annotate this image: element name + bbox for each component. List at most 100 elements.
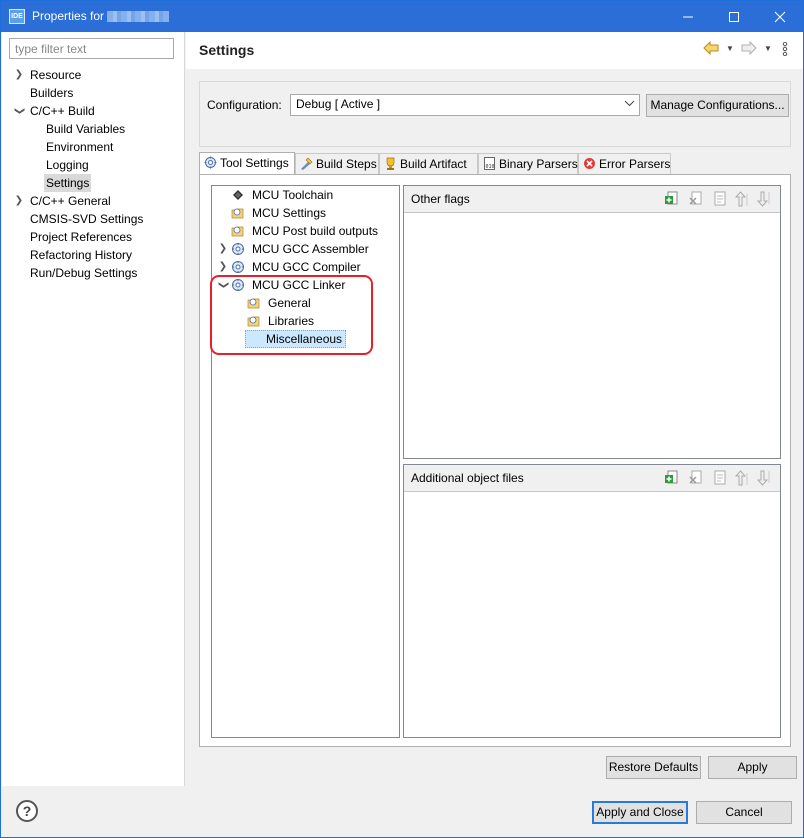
sidebar-item-label: Refactoring History — [30, 248, 133, 262]
chevron-right-icon[interactable]: ❯ — [14, 66, 24, 84]
chevron-right-icon[interactable]: ❯ — [218, 258, 228, 276]
ide-app-icon: IDE — [9, 9, 25, 24]
window-title: Properties for — [32, 9, 105, 23]
close-icon — [774, 11, 786, 23]
tree-item-label: MCU Settings — [252, 206, 327, 220]
sidebar-item-cpp-build[interactable]: ❯ C/C++ Build — [2, 102, 185, 120]
add-icon[interactable] — [664, 190, 680, 208]
sidebar-item-run-debug[interactable]: Run/Debug Settings — [2, 264, 185, 282]
maximize-icon — [729, 12, 739, 23]
highlight-annotation — [210, 275, 373, 355]
tool-settings-icon — [204, 156, 217, 169]
forward-menu-chevron-icon[interactable]: ▼ — [764, 44, 772, 53]
add-icon[interactable] — [664, 469, 680, 487]
tree-item-label: MCU GCC Assembler — [252, 242, 369, 256]
back-arrow-icon[interactable] — [703, 40, 719, 59]
sidebar-item-label: Settings — [44, 174, 92, 192]
sidebar-item-resource[interactable]: ❯ Resource — [2, 66, 185, 84]
delete-icon[interactable] — [688, 190, 704, 208]
sidebar-item-cmsis-svd[interactable]: CMSIS-SVD Settings — [2, 210, 185, 228]
chip-icon — [233, 190, 243, 200]
properties-window: IDE Properties for ❯Resource Builders ❯C… — [0, 0, 804, 838]
gear-icon — [232, 261, 244, 273]
tree-item-mcu-gcc-compiler[interactable]: ❯ MCU GCC Compiler — [212, 258, 399, 276]
gear-icon — [232, 243, 244, 255]
tab-tool-settings[interactable]: Tool Settings — [199, 152, 295, 175]
tree-item-label: MCU Toolchain — [252, 188, 334, 202]
tree-item-mcu-post-build-outputs[interactable]: MCU Post build outputs — [212, 222, 399, 240]
move-up-icon[interactable] — [734, 469, 750, 487]
configuration-value: Debug [ Active ] — [296, 97, 381, 111]
tab-build-artifact[interactable]: Build Artifact — [379, 153, 478, 174]
chevron-right-icon[interactable]: ❯ — [14, 192, 24, 210]
forward-arrow-icon[interactable] — [741, 40, 757, 59]
tab-label: Tool Settings — [220, 156, 289, 170]
tab-error-parsers[interactable]: Error Parsers — [578, 153, 671, 174]
sidebar-item-environment[interactable]: Environment — [2, 138, 185, 156]
sidebar-item-label: Logging — [46, 158, 89, 172]
sidebar-item-label: C/C++ General — [30, 194, 111, 208]
sidebar-item-label: Project References — [30, 230, 133, 244]
apply-button[interactable]: Apply — [708, 756, 797, 779]
move-down-icon[interactable] — [756, 469, 772, 487]
chevron-down-icon[interactable]: ❯ — [10, 106, 28, 116]
other-flags-title: Other flags — [411, 192, 470, 206]
help-icon[interactable]: ? — [16, 800, 38, 822]
additional-object-files-title: Additional object files — [411, 471, 524, 485]
category-tree: ❯ Resource Builders ❯ C/C++ Build Build Va… — [2, 66, 185, 282]
minimize-icon — [683, 16, 693, 18]
filter-input[interactable] — [9, 38, 174, 59]
sidebar-item-cpp-general[interactable]: ❯ C/C++ General — [2, 192, 185, 210]
sidebar-item-label: Resource — [30, 68, 82, 82]
sidebar-item-refactoring-history[interactable]: Refactoring History — [2, 246, 185, 264]
tool-tree: MCU Toolchain MCU Settings MCU Post buil… — [211, 185, 400, 738]
svg-text:010: 010 — [486, 164, 495, 170]
list-toolbar — [664, 190, 776, 208]
sidebar-item-project-references[interactable]: Project References — [2, 228, 185, 246]
sidebar-item-label: C/C++ Build — [30, 104, 95, 118]
tree-item-label: MCU GCC Compiler — [252, 260, 361, 274]
tab-label: Binary Parsers — [499, 157, 578, 171]
other-flags-panel: Other flags — [403, 185, 781, 459]
sidebar-item-build-variables[interactable]: Build Variables — [2, 120, 185, 138]
move-up-icon[interactable] — [734, 190, 750, 208]
category-pane: ❯Resource Builders ❯C/C++ Build Build Va… — [2, 32, 185, 786]
sidebar-item-label: Run/Debug Settings — [30, 266, 138, 280]
sidebar-item-logging[interactable]: Logging — [2, 156, 185, 174]
configuration-select[interactable]: Debug [ Active ] — [290, 94, 640, 116]
delete-icon[interactable] — [688, 469, 704, 487]
tree-item-mcu-toolchain[interactable]: MCU Toolchain — [212, 186, 399, 204]
back-menu-chevron-icon[interactable]: ▼ — [726, 44, 734, 53]
redacted-project-name — [107, 11, 169, 22]
sidebar-item-settings[interactable]: Settings — [2, 174, 185, 192]
sidebar-item-label: Environment — [46, 140, 114, 154]
view-menu-icon[interactable] — [782, 41, 788, 60]
tab-build-steps[interactable]: Build Steps — [295, 153, 379, 174]
manage-configurations-button[interactable]: Manage Configurations... — [646, 94, 789, 117]
edit-icon[interactable] — [712, 469, 728, 487]
page-title: Settings — [199, 42, 255, 58]
edit-icon[interactable] — [712, 190, 728, 208]
sidebar-item-builders[interactable]: Builders — [2, 84, 185, 102]
settings-tabs: Tool Settings Build Steps Build Artifact… — [199, 152, 791, 175]
cancel-button[interactable]: Cancel — [696, 801, 792, 824]
error-parsers-icon — [584, 158, 595, 169]
other-flags-header: Other flags — [404, 186, 780, 213]
tab-label: Build Artifact — [400, 157, 467, 171]
close-button[interactable] — [757, 1, 803, 32]
minimize-button[interactable] — [665, 1, 711, 32]
maximize-button[interactable] — [711, 1, 757, 32]
tree-item-mcu-gcc-assembler[interactable]: ❯ MCU GCC Assembler — [212, 240, 399, 258]
list-toolbar — [664, 469, 776, 487]
restore-defaults-button[interactable]: Restore Defaults — [606, 756, 701, 779]
sidebar-item-label: CMSIS-SVD Settings — [30, 212, 144, 226]
title-bar[interactable]: IDE Properties for — [1, 1, 803, 32]
page-header: Settings ▼ ▼ — [186, 32, 803, 69]
tree-item-mcu-settings[interactable]: MCU Settings — [212, 204, 399, 222]
chevron-right-icon[interactable]: ❯ — [218, 240, 228, 258]
binary-parsers-icon: 010 — [484, 157, 495, 170]
tab-binary-parsers[interactable]: 010 Binary Parsers — [478, 153, 578, 174]
move-down-icon[interactable] — [756, 190, 772, 208]
build-artifact-icon — [386, 157, 395, 170]
apply-and-close-button[interactable]: Apply and Close — [592, 801, 688, 824]
